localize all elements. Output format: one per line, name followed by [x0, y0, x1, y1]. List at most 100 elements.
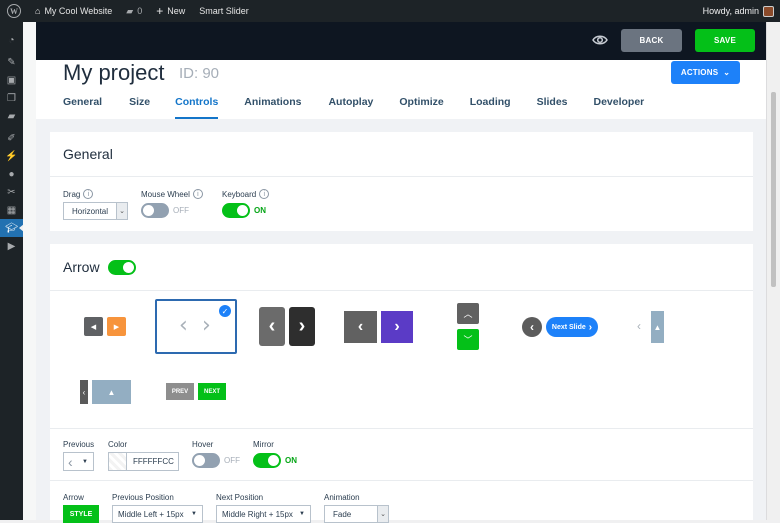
arrow-style-9[interactable]: PREV NEXT — [166, 383, 227, 401]
tab-size[interactable]: Size — [129, 96, 150, 119]
back-button[interactable]: BACK — [621, 29, 682, 52]
prev-label: PREV — [166, 383, 194, 400]
color-picker[interactable]: FFFFFFCC — [108, 452, 179, 471]
greeting: Howdy, admin — [702, 6, 759, 16]
plugins-icon[interactable]: ⚡ — [0, 147, 23, 165]
arrow-style-8[interactable]: ‹ ▲ — [80, 380, 132, 405]
page-scrollbar[interactable] — [766, 22, 780, 520]
hover-field: Hover OFF — [192, 440, 240, 468]
save-button[interactable]: SAVE — [695, 29, 755, 52]
wp-admin-bar: W ⌂ My Cool Website ▰ 0 + New Smart Slid… — [0, 0, 780, 22]
tab-autoplay[interactable]: Autoplay — [328, 96, 373, 119]
arrow-style-6[interactable]: ‹ Next Slide › — [522, 317, 599, 337]
hover-toggle[interactable] — [192, 453, 220, 468]
color-field: Color FFFFFFCC — [108, 440, 179, 471]
drag-label: Drag — [63, 189, 81, 199]
site-name-menu[interactable]: ⌂ My Cool Website — [28, 0, 119, 22]
prev-position-select[interactable]: Middle Left + 15px ▼ — [112, 505, 203, 523]
color-label: Color — [108, 440, 128, 449]
tab-loading[interactable]: Loading — [470, 96, 511, 119]
animation-label: Animation — [324, 493, 360, 502]
animation-select[interactable]: Fade ⌄ — [324, 505, 389, 523]
smart-slider-icon[interactable]: 🎓︎ — [0, 219, 24, 237]
arrow-style-5[interactable]: ︿ ﹀ — [457, 303, 479, 351]
tools-icon[interactable]: ✂ — [0, 183, 23, 201]
next-slide-pill: Next Slide › — [546, 317, 598, 337]
settings-icon[interactable]: ▦ — [0, 201, 23, 219]
actions-button[interactable]: ACTIONS ⌄ — [671, 61, 740, 84]
arrow-enable-toggle[interactable] — [107, 259, 136, 275]
comments-count: 0 — [137, 6, 143, 16]
chevron-right-icon: › — [588, 321, 593, 333]
wp-logo-menu[interactable]: W — [0, 0, 28, 22]
keyboard-label: Keyboard — [222, 189, 257, 199]
arrow-style-2-selected[interactable]: ‹ › ✓ — [155, 299, 237, 354]
mousewheel-label: Mouse Wheel — [141, 189, 190, 199]
new-label: New — [167, 6, 186, 16]
next-slide-label: Next Slide — [551, 323, 586, 331]
chevron-right-icon: › — [202, 313, 211, 338]
posts-icon[interactable]: ✎ — [0, 53, 23, 71]
comments-menu[interactable]: ▰ 0 — [119, 0, 149, 22]
info-icon[interactable]: i — [83, 189, 94, 199]
new-content-menu[interactable]: + New — [149, 0, 192, 22]
users-icon[interactable]: ● — [0, 165, 23, 183]
hover-label: Hover — [192, 440, 214, 449]
admin-sidebar: ◔ ✎ ▣ ❐ ▰ ✐ ⚡ ● ✂ ▦ 🎓︎ ▶ — [0, 22, 24, 520]
mousewheel-toggle[interactable] — [141, 203, 169, 218]
chevron-right-icon: › — [381, 311, 413, 343]
chevron-down-icon: ﹀ — [457, 329, 479, 350]
caret-down-icon: ▼ — [191, 511, 197, 517]
tab-animations[interactable]: Animations — [244, 96, 301, 119]
arrow-style-7[interactable]: ‹ ▲ — [637, 311, 664, 343]
tab-developer[interactable]: Developer — [594, 96, 645, 119]
keyboard-field: Keyboard i ON — [222, 189, 270, 218]
previous-icon-select[interactable]: ‹ ▼ — [63, 452, 94, 471]
comments-icon[interactable]: ▰ — [0, 107, 23, 125]
keyboard-toggle[interactable] — [222, 203, 250, 218]
media-icon[interactable]: ▣ — [0, 71, 23, 89]
chevron-left-icon: ‹ — [179, 313, 188, 338]
smart-slider-menu[interactable]: Smart Slider — [192, 0, 256, 22]
arrow-style-4[interactable]: ‹ › — [344, 311, 414, 344]
comment-icon: ▰ — [126, 5, 134, 16]
info-icon[interactable]: i — [192, 189, 203, 199]
mirror-label: Mirror — [253, 440, 274, 449]
info-icon[interactable]: i — [259, 189, 270, 199]
prev-position-field: Previous Position Middle Left + 15px ▼ — [112, 493, 203, 523]
preview-eye-icon[interactable] — [592, 32, 608, 48]
color-swatch[interactable] — [109, 453, 127, 470]
color-value: FFFFFFCC — [133, 457, 174, 466]
account-menu[interactable]: Howdy, admin — [702, 5, 780, 17]
actions-label: ACTIONS — [680, 68, 719, 77]
tab-optimize[interactable]: Optimize — [399, 96, 443, 119]
page-title: My project — [63, 60, 165, 85]
site-name: My Cool Website — [44, 6, 113, 16]
mousewheel-state: OFF — [173, 206, 189, 215]
chevron-right-icon: › — [289, 307, 315, 346]
divider — [50, 428, 753, 429]
chevron-left-icon: ‹ — [80, 380, 88, 404]
caret-down-icon: ▼ — [299, 511, 305, 517]
image-icon: ▲ — [651, 311, 664, 343]
style-button[interactable]: STYLE — [63, 505, 99, 523]
dashboard-icon[interactable]: ◔ — [0, 31, 23, 49]
scrollbar-thumb[interactable] — [771, 92, 776, 287]
arrow-title: Arrow — [63, 259, 100, 275]
divider — [50, 480, 753, 481]
tab-general[interactable]: General — [63, 96, 102, 119]
appearance-icon[interactable]: ✐ — [0, 129, 23, 147]
video-icon[interactable]: ▶ — [0, 237, 23, 255]
next-label: NEXT — [198, 383, 226, 400]
pages-icon[interactable]: ❐ — [0, 89, 23, 107]
tab-controls[interactable]: Controls — [175, 96, 219, 119]
drag-select[interactable]: Horizontal ⌄ — [63, 202, 128, 220]
mirror-toggle[interactable] — [253, 453, 281, 468]
tab-slides[interactable]: Slides — [537, 96, 568, 119]
general-title: General — [50, 132, 753, 177]
chevron-up-icon: ︿ — [457, 303, 479, 324]
arrow-style-3[interactable]: ‹ › — [259, 307, 316, 347]
next-position-select[interactable]: Middle Right + 15px ▼ — [216, 505, 311, 523]
next-position-label: Next Position — [216, 493, 264, 502]
arrow-style-1[interactable]: ◀ ▶ — [84, 317, 128, 337]
